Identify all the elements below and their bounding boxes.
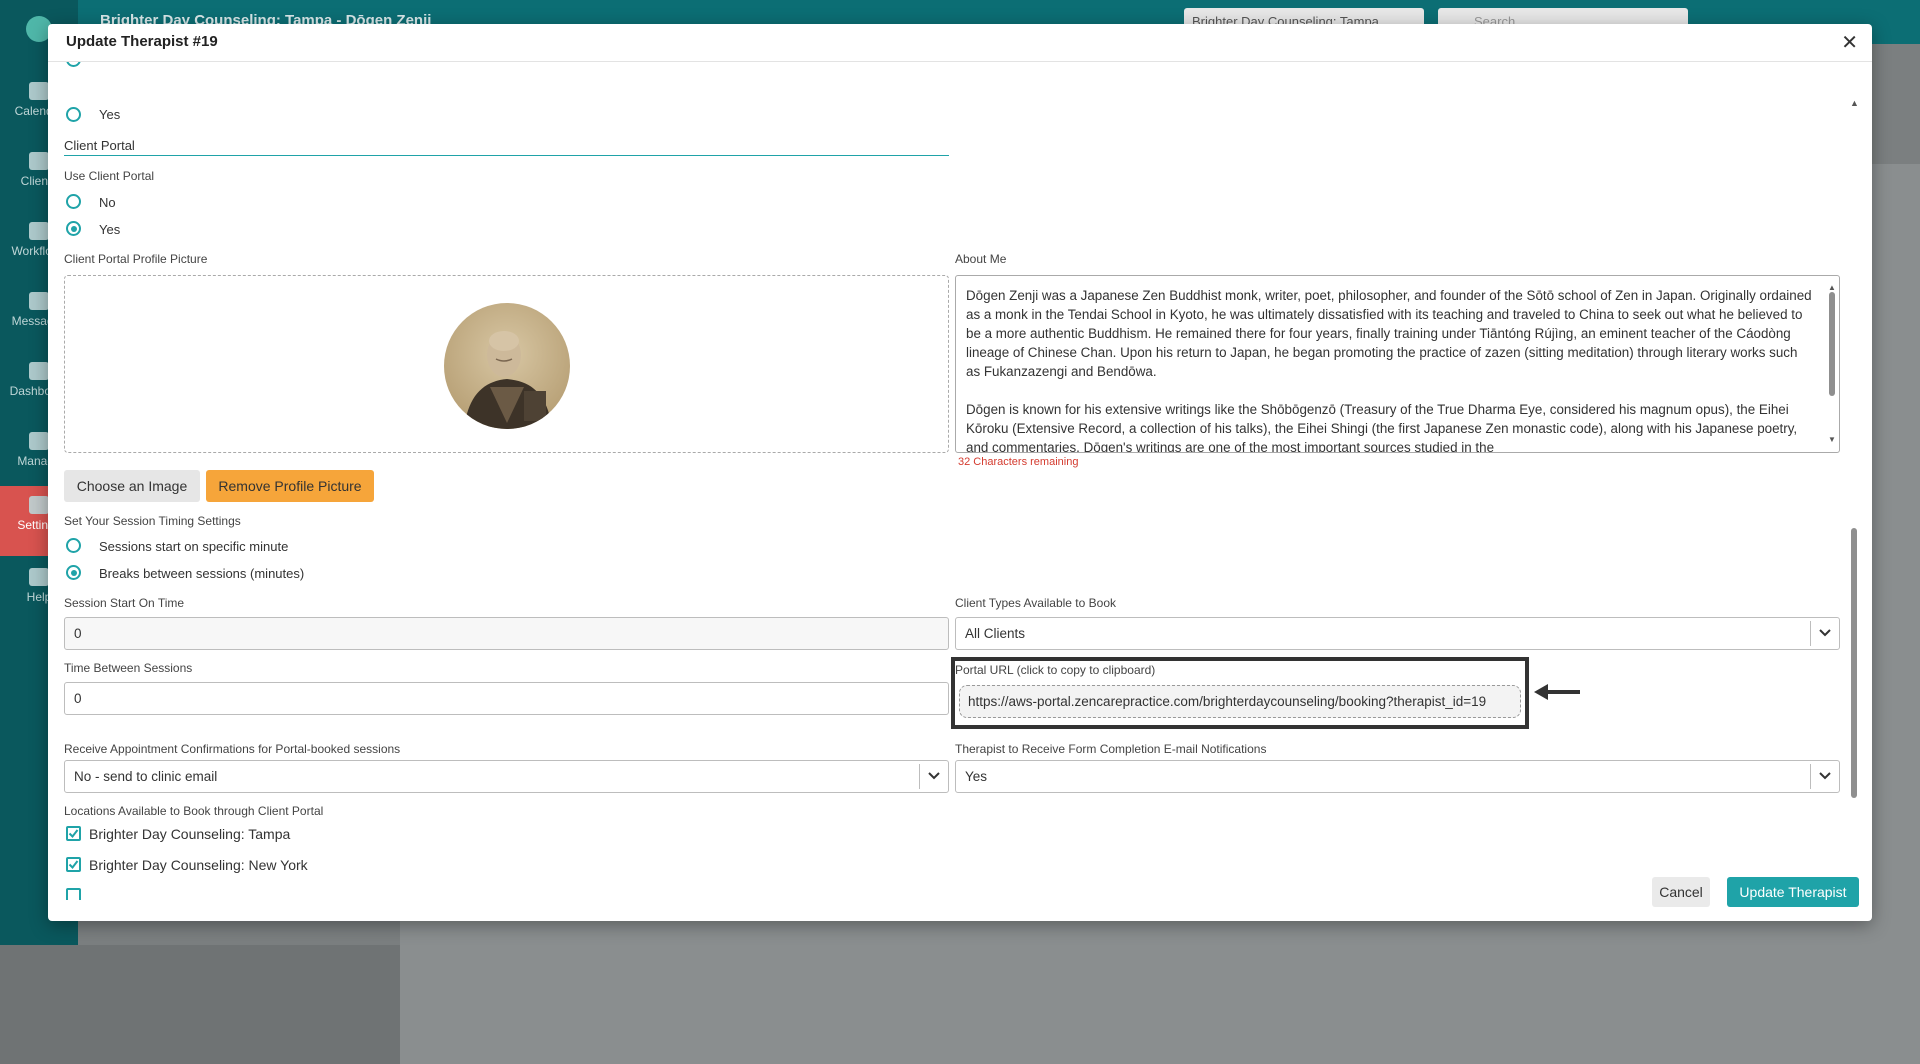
appointment-confirmations-value: No - send to clinic email xyxy=(74,769,218,784)
cancel-button[interactable]: Cancel xyxy=(1652,877,1710,907)
modal-title: Update Therapist #19 xyxy=(66,33,218,50)
chevron-down-icon[interactable] xyxy=(1810,764,1839,789)
about-me-textarea[interactable]: Dōgen Zenji was a Japanese Zen Buddhist … xyxy=(955,275,1840,453)
time-between-input[interactable]: 0 xyxy=(64,682,949,715)
choose-image-button[interactable]: Choose an Image xyxy=(64,470,200,502)
time-between-label: Time Between Sessions xyxy=(64,661,193,675)
modal-body: Yes Client Portal Use Client Portal No Y… xyxy=(48,62,1872,900)
section-title-client-portal: Client Portal xyxy=(64,138,949,156)
radio-label-yes: Yes xyxy=(99,222,121,237)
form-completion-value: Yes xyxy=(965,769,988,784)
arrow-left-icon xyxy=(1534,684,1580,700)
modal-scrollbar[interactable]: ▲ ▼ xyxy=(1848,98,1860,900)
profile-picture-label: Client Portal Profile Picture xyxy=(64,252,208,266)
appointment-confirmations-label: Receive Appointment Confirmations for Po… xyxy=(64,742,401,756)
textarea-scrollbar[interactable]: ▲ ▼ xyxy=(1827,278,1837,450)
radio-label-specific-minute: Sessions start on specific minute xyxy=(99,539,289,554)
avatar xyxy=(444,303,570,429)
use-client-portal-label: Use Client Portal xyxy=(64,169,155,183)
update-therapist-button[interactable]: Update Therapist xyxy=(1727,877,1859,907)
radio-use-portal-no[interactable] xyxy=(66,194,81,209)
location-checkbox[interactable] xyxy=(66,826,81,841)
chevron-down-icon[interactable] xyxy=(1810,621,1839,646)
about-me-paragraph: Dōgen Zenji was a Japanese Zen Buddhist … xyxy=(966,288,1812,379)
profile-picture-dropzone[interactable] xyxy=(64,275,949,453)
session-timing-label: Set Your Session Timing Settings xyxy=(64,514,241,528)
radio-label-no: No xyxy=(99,195,116,210)
session-start-input[interactable]: 0 xyxy=(64,617,949,650)
form-completion-label: Therapist to Receive Form Completion E-m… xyxy=(955,742,1267,756)
scrollbar-thumb[interactable] xyxy=(1851,528,1857,798)
portal-url-label: Portal URL (click to copy to clipboard) xyxy=(955,663,1156,677)
about-me-label: About Me xyxy=(955,252,1007,266)
client-types-select[interactable]: All Clients xyxy=(955,617,1840,650)
radio-breaks-between[interactable] xyxy=(66,565,81,580)
scrollbar-thumb[interactable] xyxy=(1829,292,1835,396)
update-therapist-modal: Update Therapist #19 ✕ Yes Client Portal… xyxy=(48,24,1872,921)
radio-label-yes: Yes xyxy=(99,107,121,122)
form-completion-select[interactable]: Yes xyxy=(955,760,1840,793)
radio-specific-minute[interactable] xyxy=(66,538,81,553)
portal-url-highlight: Portal URL (click to copy to clipboard) … xyxy=(951,657,1529,729)
client-types-value: All Clients xyxy=(965,626,1026,641)
remove-profile-picture-button[interactable]: Remove Profile Picture xyxy=(206,470,374,502)
radio-no-previous[interactable] xyxy=(66,62,81,67)
location-label: Brighter Day Counseling: Tampa xyxy=(89,826,291,842)
scroll-down-icon[interactable]: ▼ xyxy=(1828,430,1836,449)
modal-footer: Cancel Update Therapist xyxy=(48,875,1872,921)
close-icon[interactable]: ✕ xyxy=(1841,30,1858,55)
modal-header: Update Therapist #19 ✕ xyxy=(48,24,1872,62)
radio-label-breaks-between: Breaks between sessions (minutes) xyxy=(99,566,305,581)
location-label: Brighter Day Counseling: New York xyxy=(89,857,308,873)
chevron-down-icon[interactable] xyxy=(919,764,948,789)
scroll-up-icon[interactable]: ▲ xyxy=(1850,98,1859,108)
radio-use-portal-yes[interactable] xyxy=(66,221,81,236)
characters-remaining: 32 Characters remaining xyxy=(958,456,1079,468)
locations-label: Locations Available to Book through Clie… xyxy=(64,804,324,818)
appointment-confirmations-select[interactable]: No - send to clinic email xyxy=(64,760,949,793)
about-me-paragraph: Dōgen is known for his extensive writing… xyxy=(966,402,1798,453)
portal-url-field[interactable]: https://aws-portal.zencarepractice.com/b… xyxy=(959,685,1521,718)
location-checkbox[interactable] xyxy=(66,857,81,872)
session-start-label: Session Start On Time xyxy=(64,596,185,610)
client-types-label: Client Types Available to Book xyxy=(955,596,1116,610)
radio-yes-previous[interactable] xyxy=(66,107,81,122)
